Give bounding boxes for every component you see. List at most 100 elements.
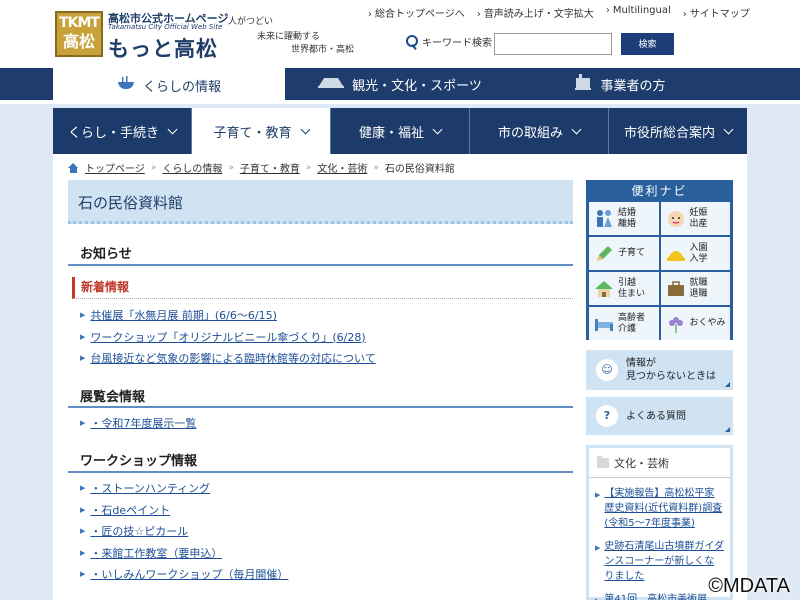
- triangle-right-icon: ▶: [80, 527, 86, 535]
- nav-health-welfare[interactable]: 健康・福祉: [331, 108, 470, 154]
- list-item: ▶ ・いしみんワークショップ（毎月開催）: [80, 564, 288, 586]
- workshop-link[interactable]: ・来館工作教室（要申込）: [90, 543, 222, 565]
- navi-bereavement[interactable]: おくやみ: [660, 307, 730, 340]
- page-title-box: 石の民俗資料館: [68, 180, 573, 224]
- top-link-multilingual[interactable]: › Multilingual: [606, 5, 671, 20]
- chevron-right-icon: »: [373, 162, 379, 173]
- new-info-subheading: 新着情報: [72, 277, 573, 299]
- faq-link[interactable]: ? よくある質問: [586, 397, 733, 435]
- news-link[interactable]: ワークショップ「オリジナルビニール傘づくり」(6/28): [90, 327, 365, 349]
- navi-elderly-care[interactable]: 高齢者 介護: [589, 307, 659, 340]
- top-link-home[interactable]: › 総合トップページへ: [368, 5, 465, 20]
- workshop-link[interactable]: ・石deペイント: [90, 500, 170, 522]
- list-item: ▶ ・来館工作教室（要申込）: [80, 543, 288, 565]
- top-link-sitemap[interactable]: › サイトマップ: [683, 5, 750, 20]
- workshop-link[interactable]: ・匠の技☆ピカール: [90, 521, 188, 543]
- smile-face-icon: ☺: [596, 359, 618, 381]
- factory-icon: [574, 74, 592, 94]
- exhibition-link[interactable]: ・令和7年度展示一覧: [90, 413, 196, 435]
- bowl-icon: [117, 76, 135, 94]
- news-heading-rule: [68, 264, 573, 266]
- list-item: ▶ 第41回 高松市美術展: [595, 592, 724, 600]
- culture-link[interactable]: 第41回 高松市美術展: [604, 592, 707, 600]
- chevron-right-icon: ›: [682, 9, 687, 20]
- category-divider: [0, 100, 800, 104]
- workshop-link[interactable]: ・いしみんワークショップ（毎月開催）: [90, 564, 288, 586]
- utility-links: › 総合トップページへ › 音声読み上げ・文字拡大 › Multilingual › サ…: [368, 5, 750, 20]
- chevron-right-icon: ›: [605, 5, 610, 16]
- search-icon: [405, 34, 419, 49]
- chevron-down-icon: [432, 124, 443, 134]
- chevron-down-icon: [167, 124, 178, 134]
- culture-link[interactable]: 史跡石清尾山古墳群ガイダンスコーナーが新しくなりました: [604, 539, 724, 584]
- category-tabs: くらしの情報 観光・文化・スポーツ 事業者の方: [0, 68, 800, 102]
- nav-city-initiatives[interactable]: 市の取組み: [470, 108, 609, 154]
- navi-moving[interactable]: 引越 住まい: [589, 272, 659, 305]
- workshop-list: ▶ ・ストーンハンティング ▶ ・石deペイント ▶ ・匠の技☆ピカール ▶ ・来館工作…: [80, 478, 288, 586]
- culture-link[interactable]: 【実施報告】高松松平家歴史資料(近代資料群)調査(令和5～7年度事業): [604, 486, 724, 531]
- couple-icon: [593, 208, 615, 230]
- exhibition-heading: 展覧会情報: [80, 390, 146, 405]
- news-link[interactable]: 共催展「水無月展 前期」(6/6～6/15): [90, 305, 276, 327]
- slogan-line-3: 世界都市・高松: [291, 45, 355, 55]
- triangle-right-icon: ▶: [80, 354, 86, 362]
- navi-pregnancy[interactable]: 妊娠 出産: [660, 202, 730, 235]
- fan-icon: [318, 76, 345, 92]
- exhibition-heading-rule: [68, 406, 573, 408]
- culture-arts-heading: 文化・芸術: [589, 448, 730, 478]
- briefcase-icon: [665, 278, 687, 300]
- site-catchphrase[interactable]: もっと高松: [108, 33, 218, 63]
- top-link-accessibility[interactable]: › 音声読み上げ・文字拡大: [477, 5, 594, 20]
- navi-marriage[interactable]: 結婚 離婚: [589, 202, 659, 235]
- baby-icon: [665, 208, 687, 230]
- triangle-right-icon: ▶: [80, 548, 86, 557]
- navi-school-entry[interactable]: 入園 入学: [660, 237, 730, 270]
- exhibition-list: ▶ ・令和7年度展示一覧: [80, 413, 196, 435]
- not-found-link[interactable]: ☺ 情報が 見つからないときは: [586, 350, 733, 390]
- tab-living[interactable]: くらしの情報: [53, 68, 285, 102]
- chevron-right-icon: »: [305, 162, 312, 173]
- breadcrumb-current: 石の民俗資料館: [384, 164, 455, 175]
- nav-living-procedures[interactable]: くらし・手続き: [53, 108, 192, 154]
- site-name-en: Takamatsu City Official Web Site: [108, 23, 223, 31]
- nav-childcare-education[interactable]: 子育て・教育: [192, 108, 331, 154]
- convenience-navi: 便利ナビ 結婚 離婚 妊娠 出産 子育て 入園 入学 引越 住まい 就職 退職 高齢者 介護: [586, 180, 733, 340]
- breadcrumb-culture[interactable]: 文化・芸術: [317, 160, 367, 175]
- city-logo[interactable]: TKMT 高松: [55, 11, 103, 57]
- breadcrumb-childcare[interactable]: 子育て・教育: [240, 160, 300, 175]
- chevron-down-icon: [300, 124, 310, 134]
- breadcrumb-living[interactable]: くらしの情報: [162, 160, 222, 175]
- workshop-heading: ワークショップ情報: [80, 454, 198, 469]
- triangle-right-icon: ▶: [80, 570, 86, 578]
- search-input[interactable]: [494, 33, 612, 55]
- list-item: ▶ ・石deペイント: [80, 500, 288, 522]
- list-item: ▶ 共催展「水無月展 前期」(6/6～6/15): [80, 305, 376, 327]
- chevron-right-icon: ›: [368, 9, 372, 20]
- question-icon: ?: [596, 405, 618, 427]
- nav-city-hall-guide[interactable]: 市役所総合案内: [609, 108, 747, 154]
- workshop-link[interactable]: ・ストーンハンティング: [90, 478, 210, 500]
- chevron-down-icon: [723, 124, 734, 134]
- convenience-navi-grid: 結婚 離婚 妊娠 出産 子育て 入園 入学 引越 住まい 就職 退職 高齢者 介護 おくや: [589, 202, 730, 340]
- navi-childcare[interactable]: 子育て: [589, 237, 659, 270]
- search-button[interactable]: 検索: [621, 33, 674, 55]
- triangle-right-icon: ▶: [595, 544, 601, 552]
- search-label: キーワード検索: [405, 34, 492, 49]
- list-item: ▶ 【実施報告】高松松平家歴史資料(近代資料群)調査(令和5～7年度事業): [595, 486, 724, 531]
- tab-tourism[interactable]: 観光・文化・スポーツ: [300, 68, 500, 100]
- convenience-navi-title: 便利ナビ: [631, 184, 688, 198]
- news-link[interactable]: 台風接近など気象の影響による臨時休館等の対応について: [90, 348, 375, 370]
- tab-business[interactable]: 事業者の方: [560, 68, 680, 100]
- chevron-right-icon: »: [228, 162, 234, 173]
- chevron-right-icon: »: [150, 162, 157, 173]
- chevron-right-icon: ›: [476, 9, 481, 20]
- slogan-line-2: 未来に躍動する: [257, 32, 321, 42]
- news-heading: お知らせ: [80, 247, 132, 262]
- home-icon: [68, 162, 79, 173]
- breadcrumb-top[interactable]: トップページ: [85, 160, 145, 175]
- triangle-right-icon: ▶: [595, 491, 601, 499]
- triangle-right-icon: ▶: [80, 332, 86, 341]
- navi-employment[interactable]: 就職 退職: [660, 272, 730, 305]
- triangle-right-icon: ▶: [80, 505, 86, 514]
- list-item: ▶ ・令和7年度展示一覧: [80, 413, 196, 435]
